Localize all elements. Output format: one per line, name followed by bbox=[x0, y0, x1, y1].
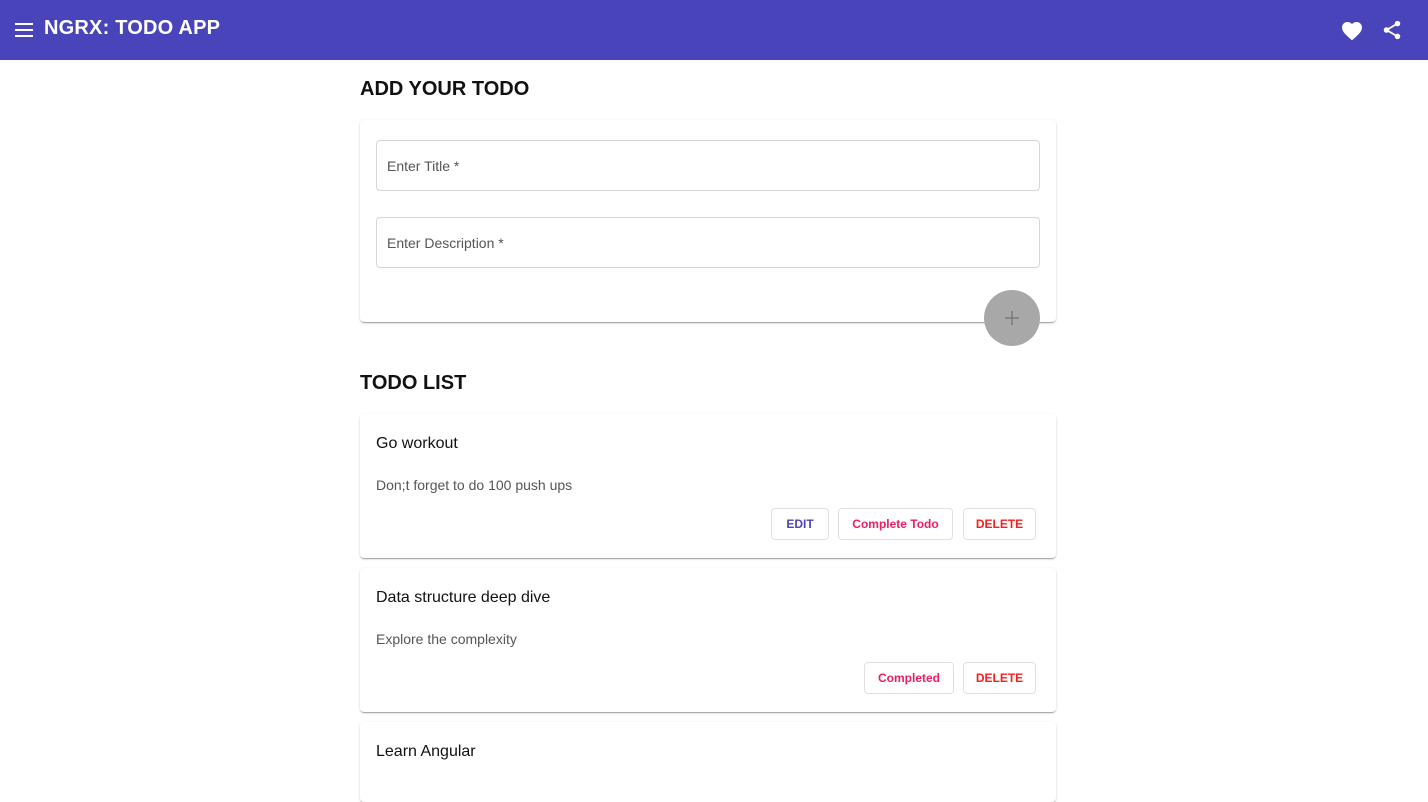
delete-button[interactable]: DELETE bbox=[963, 508, 1036, 540]
menu-icon bbox=[15, 23, 33, 37]
app-title: NGRX: TODO APP bbox=[44, 17, 221, 39]
todo-title: Learn Angular bbox=[376, 743, 476, 760]
app-toolbar: NGRX: TODO APP bbox=[0, 0, 1428, 60]
add-todo-card bbox=[360, 120, 1056, 322]
favorite-button[interactable] bbox=[1339, 17, 1365, 43]
menu-button[interactable] bbox=[12, 18, 36, 42]
todo-list-heading: TODO LIST bbox=[360, 372, 467, 394]
description-field[interactable] bbox=[376, 217, 1040, 268]
title-input[interactable] bbox=[377, 141, 1039, 190]
share-button[interactable] bbox=[1379, 17, 1405, 43]
plus-icon bbox=[1005, 311, 1019, 325]
delete-button[interactable]: DELETE bbox=[963, 662, 1036, 694]
todo-description: Explore the complexity bbox=[376, 631, 517, 647]
todo-card: Learn Angular bbox=[360, 722, 1056, 802]
complete-todo-button[interactable]: Complete Todo bbox=[838, 508, 953, 540]
todo-title: Go workout bbox=[376, 435, 458, 452]
add-todo-heading: ADD YOUR TODO bbox=[360, 78, 530, 100]
todo-card: Data structure deep dive Explore the com… bbox=[360, 568, 1056, 712]
edit-button[interactable]: EDIT bbox=[771, 508, 829, 540]
completed-button[interactable]: Completed bbox=[864, 662, 954, 694]
share-icon bbox=[1383, 20, 1401, 40]
heart-icon bbox=[1342, 22, 1362, 41]
todo-description: Don;t forget to do 100 push ups bbox=[376, 477, 573, 493]
title-field[interactable] bbox=[376, 140, 1040, 191]
description-input[interactable] bbox=[377, 218, 1039, 267]
todo-card: Go workout Don;t forget to do 100 push u… bbox=[360, 414, 1056, 558]
todo-title: Data structure deep dive bbox=[376, 589, 551, 606]
add-todo-button[interactable] bbox=[984, 290, 1040, 346]
